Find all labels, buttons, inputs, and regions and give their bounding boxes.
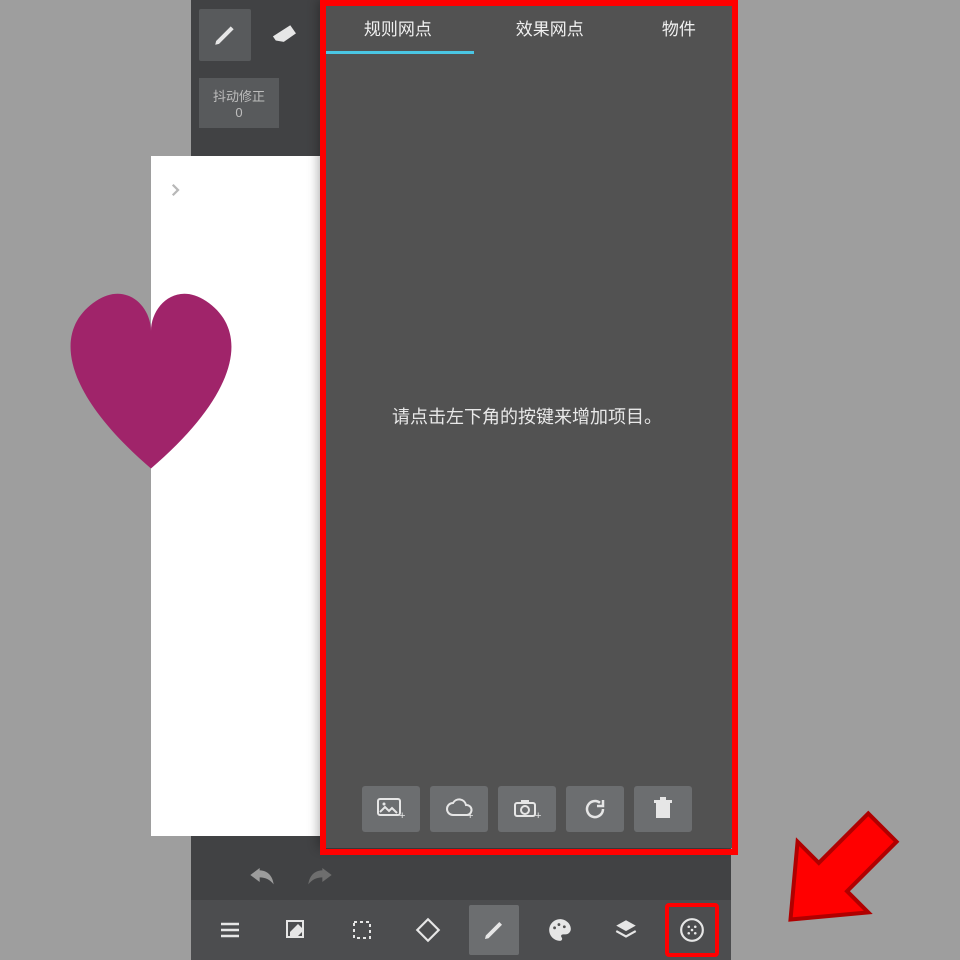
layers-icon [613, 917, 639, 943]
undo-icon [248, 865, 276, 885]
edit-button[interactable] [271, 905, 321, 955]
svg-text:+: + [399, 810, 405, 820]
empty-message: 请点击左下角的按键来增加项目。 [392, 403, 662, 429]
tab-label: 规则网点 [364, 15, 432, 40]
palette-icon [547, 917, 573, 943]
menu-icon [218, 918, 242, 942]
add-image-button[interactable]: + [362, 786, 420, 832]
select-icon [350, 918, 374, 942]
trash-icon [652, 797, 674, 821]
stabilization-button[interactable]: 抖动修正 0 [199, 78, 279, 128]
image-add-icon: + [377, 798, 405, 820]
select-button[interactable] [337, 905, 387, 955]
pencil-icon [212, 22, 238, 48]
bottom-toolbar [191, 900, 731, 960]
tab-label: 物件 [662, 15, 696, 40]
redo-icon [306, 865, 334, 885]
svg-text:+: + [535, 810, 541, 820]
undo-button[interactable] [248, 865, 276, 885]
heart-shape [21, 256, 281, 506]
rotate-icon [415, 917, 441, 943]
refresh-icon [583, 797, 607, 821]
add-camera-button[interactable]: + [498, 786, 556, 832]
palette-button[interactable] [535, 905, 585, 955]
screentone-button[interactable] [667, 905, 717, 955]
app-frame: 抖动修正 0 [191, 0, 731, 960]
expand-canvas-button[interactable] [161, 176, 189, 204]
redo-button[interactable] [306, 865, 334, 885]
tab-label: 效果网点 [516, 15, 584, 40]
tab-item[interactable]: 物件 [626, 0, 732, 54]
transform-button[interactable] [403, 905, 453, 955]
materials-panel: 规则网点 效果网点 物件 请点击左下角的按键来增加项目。 + + + [322, 0, 732, 848]
screentone-icon [679, 917, 705, 943]
brush-icon [482, 918, 506, 942]
svg-text:+: + [467, 810, 473, 820]
tab-effect-tone[interactable]: 效果网点 [474, 0, 626, 54]
stabilization-value: 0 [235, 105, 242, 120]
chevron-right-icon [166, 181, 184, 199]
panel-tabs: 规则网点 效果网点 物件 [322, 0, 732, 54]
layers-button[interactable] [601, 905, 651, 955]
brush-button[interactable] [469, 905, 519, 955]
delete-button[interactable] [634, 786, 692, 832]
annotation-arrow [760, 790, 920, 950]
stabilization-label: 抖动修正 [213, 86, 265, 105]
camera-add-icon: + [513, 798, 541, 820]
panel-body: 请点击左下角的按键来增加项目。 [322, 54, 732, 778]
edit-icon [284, 918, 308, 942]
cloud-add-icon: + [444, 798, 474, 820]
eraser-icon [271, 21, 299, 49]
pencil-tool-button[interactable] [199, 9, 251, 61]
panel-bottom-actions: + + + [322, 778, 732, 848]
tab-regular-tone[interactable]: 规则网点 [322, 0, 474, 54]
undo-redo-bar [191, 850, 391, 900]
menu-button[interactable] [205, 905, 255, 955]
eraser-tool-button[interactable] [259, 9, 311, 61]
add-cloud-button[interactable]: + [430, 786, 488, 832]
refresh-button[interactable] [566, 786, 624, 832]
